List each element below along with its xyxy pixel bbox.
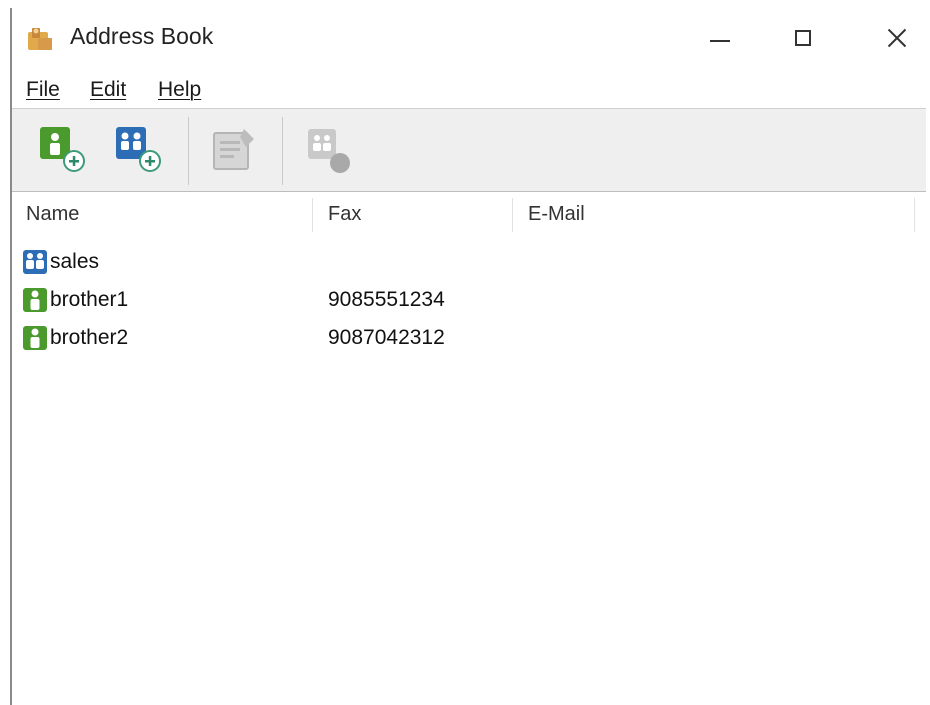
menu-file[interactable]: File — [26, 78, 60, 102]
list-item[interactable]: brother1 9085551234 — [12, 282, 926, 320]
contact-name: brother2 — [50, 326, 129, 349]
minimize-icon — [710, 40, 730, 42]
maximize-icon — [795, 30, 811, 46]
title-bar[interactable]: Address Book — [12, 8, 926, 68]
address-book-icon — [28, 28, 52, 50]
column-header-email[interactable]: E-Mail — [528, 192, 908, 236]
column-divider[interactable] — [512, 198, 513, 232]
column-divider[interactable] — [312, 198, 313, 232]
toolbar — [12, 108, 926, 192]
add-contact-icon — [40, 127, 85, 172]
column-header-name[interactable]: Name — [26, 192, 312, 236]
address-list[interactable]: Name Fax E-Mail sales brother1 908555123… — [12, 192, 926, 705]
toolbar-separator — [282, 117, 283, 185]
add-group-icon — [116, 127, 161, 172]
column-header-fax[interactable]: Fax — [328, 192, 508, 236]
contact-fax: 9085551234 — [328, 288, 445, 311]
contact-icon — [23, 326, 47, 350]
menu-edit[interactable]: Edit — [90, 78, 126, 102]
edit-icon — [213, 129, 254, 170]
close-icon — [887, 28, 907, 48]
column-divider[interactable] — [914, 198, 915, 232]
menu-help[interactable]: Help — [158, 78, 201, 102]
delete-icon — [308, 129, 350, 173]
contact-name: brother1 — [50, 288, 129, 311]
edit-button[interactable] — [206, 123, 262, 179]
window-title: Address Book — [70, 23, 214, 49]
add-contact-button[interactable] — [36, 123, 92, 179]
maximize-button[interactable] — [778, 18, 828, 58]
list-item[interactable]: brother2 9087042312 — [12, 320, 926, 358]
address-book-window: Address Book File Edit Help Name Fax E-M… — [10, 8, 926, 705]
list-item[interactable]: sales — [12, 244, 926, 282]
close-button[interactable] — [872, 18, 922, 58]
add-group-button[interactable] — [112, 123, 168, 179]
toolbar-separator — [188, 117, 189, 185]
contact-icon — [23, 288, 47, 312]
menu-bar: File Edit Help — [12, 74, 926, 108]
group-icon — [23, 250, 47, 274]
contact-name: sales — [50, 250, 100, 273]
minimize-button[interactable] — [695, 18, 745, 58]
delete-button[interactable] — [302, 123, 358, 179]
contact-fax: 9087042312 — [328, 326, 445, 349]
